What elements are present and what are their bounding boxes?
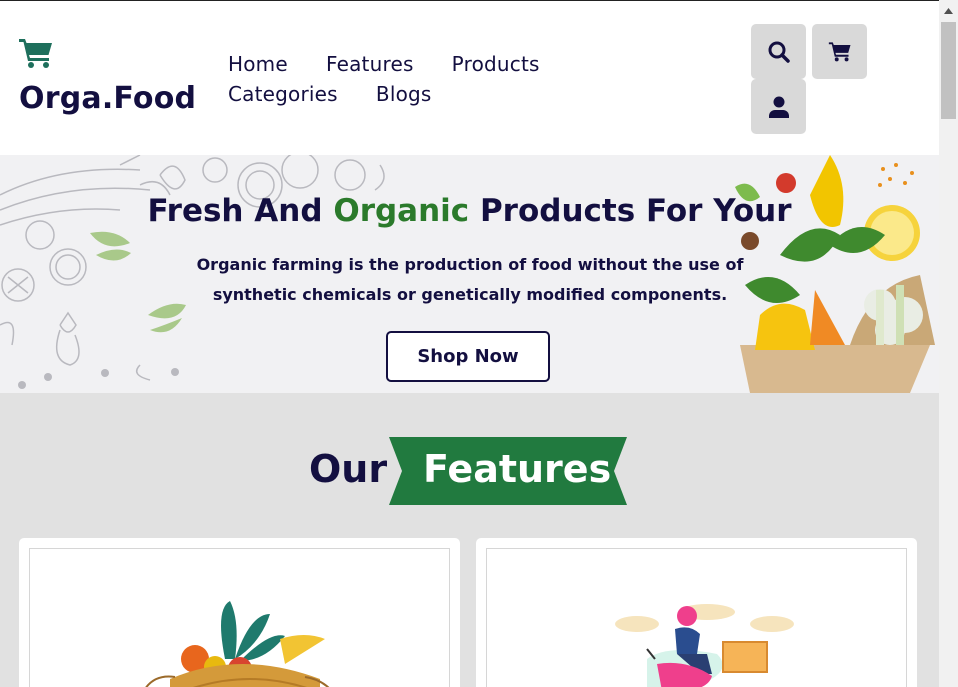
hero-banner: Fresh And Organic Products For Your Orga… xyxy=(0,155,939,393)
browser-viewport: Orga.Food Home Features Products Categor… xyxy=(0,0,939,687)
feature-card xyxy=(476,538,917,687)
search-icon xyxy=(768,41,790,63)
nav-blogs[interactable]: Blogs xyxy=(376,79,432,109)
nav-features[interactable]: Features xyxy=(326,49,414,79)
main-nav: Home Features Products Categories Blogs xyxy=(228,49,708,109)
vertical-scrollbar[interactable] xyxy=(939,0,958,687)
hero-description: Organic farming is the production of foo… xyxy=(196,255,744,304)
heading-features: Features xyxy=(423,447,612,491)
hero-title-part1: Fresh And xyxy=(147,193,334,229)
nav-home[interactable]: Home xyxy=(228,49,288,79)
nav-products[interactable]: Products xyxy=(452,49,540,79)
shop-now-button[interactable]: Shop Now xyxy=(386,331,550,382)
delivery-scooter-illustration xyxy=(615,604,794,687)
cart-icon xyxy=(19,39,52,68)
section-heading: Our Features xyxy=(0,437,939,505)
caret-up-icon xyxy=(944,8,953,14)
vegetable-basket-illustration xyxy=(145,601,330,687)
feature-card-frame xyxy=(29,548,450,687)
hero-title-part2: Products For Your xyxy=(469,193,792,229)
search-button[interactable] xyxy=(751,24,806,79)
cart-button[interactable] xyxy=(812,24,867,79)
logo[interactable]: Orga.Food xyxy=(18,37,196,116)
features-section: Our Features xyxy=(0,393,939,687)
hero-title: Fresh And Organic Products For Your xyxy=(0,193,939,229)
heading-our: Our xyxy=(309,447,388,491)
feature-card-frame xyxy=(486,548,907,687)
nav-categories[interactable]: Categories xyxy=(228,79,338,109)
hero-title-accent: Organic xyxy=(333,193,470,229)
user-button[interactable] xyxy=(751,79,806,134)
cart-icon xyxy=(828,42,850,62)
user-icon xyxy=(768,96,789,118)
scrollbar-thumb[interactable] xyxy=(941,22,956,119)
brand-name: Orga.Food xyxy=(19,81,197,116)
scroll-up-arrow[interactable] xyxy=(939,2,958,20)
feature-card xyxy=(19,538,460,687)
site-header: Orga.Food Home Features Products Categor… xyxy=(0,1,939,155)
